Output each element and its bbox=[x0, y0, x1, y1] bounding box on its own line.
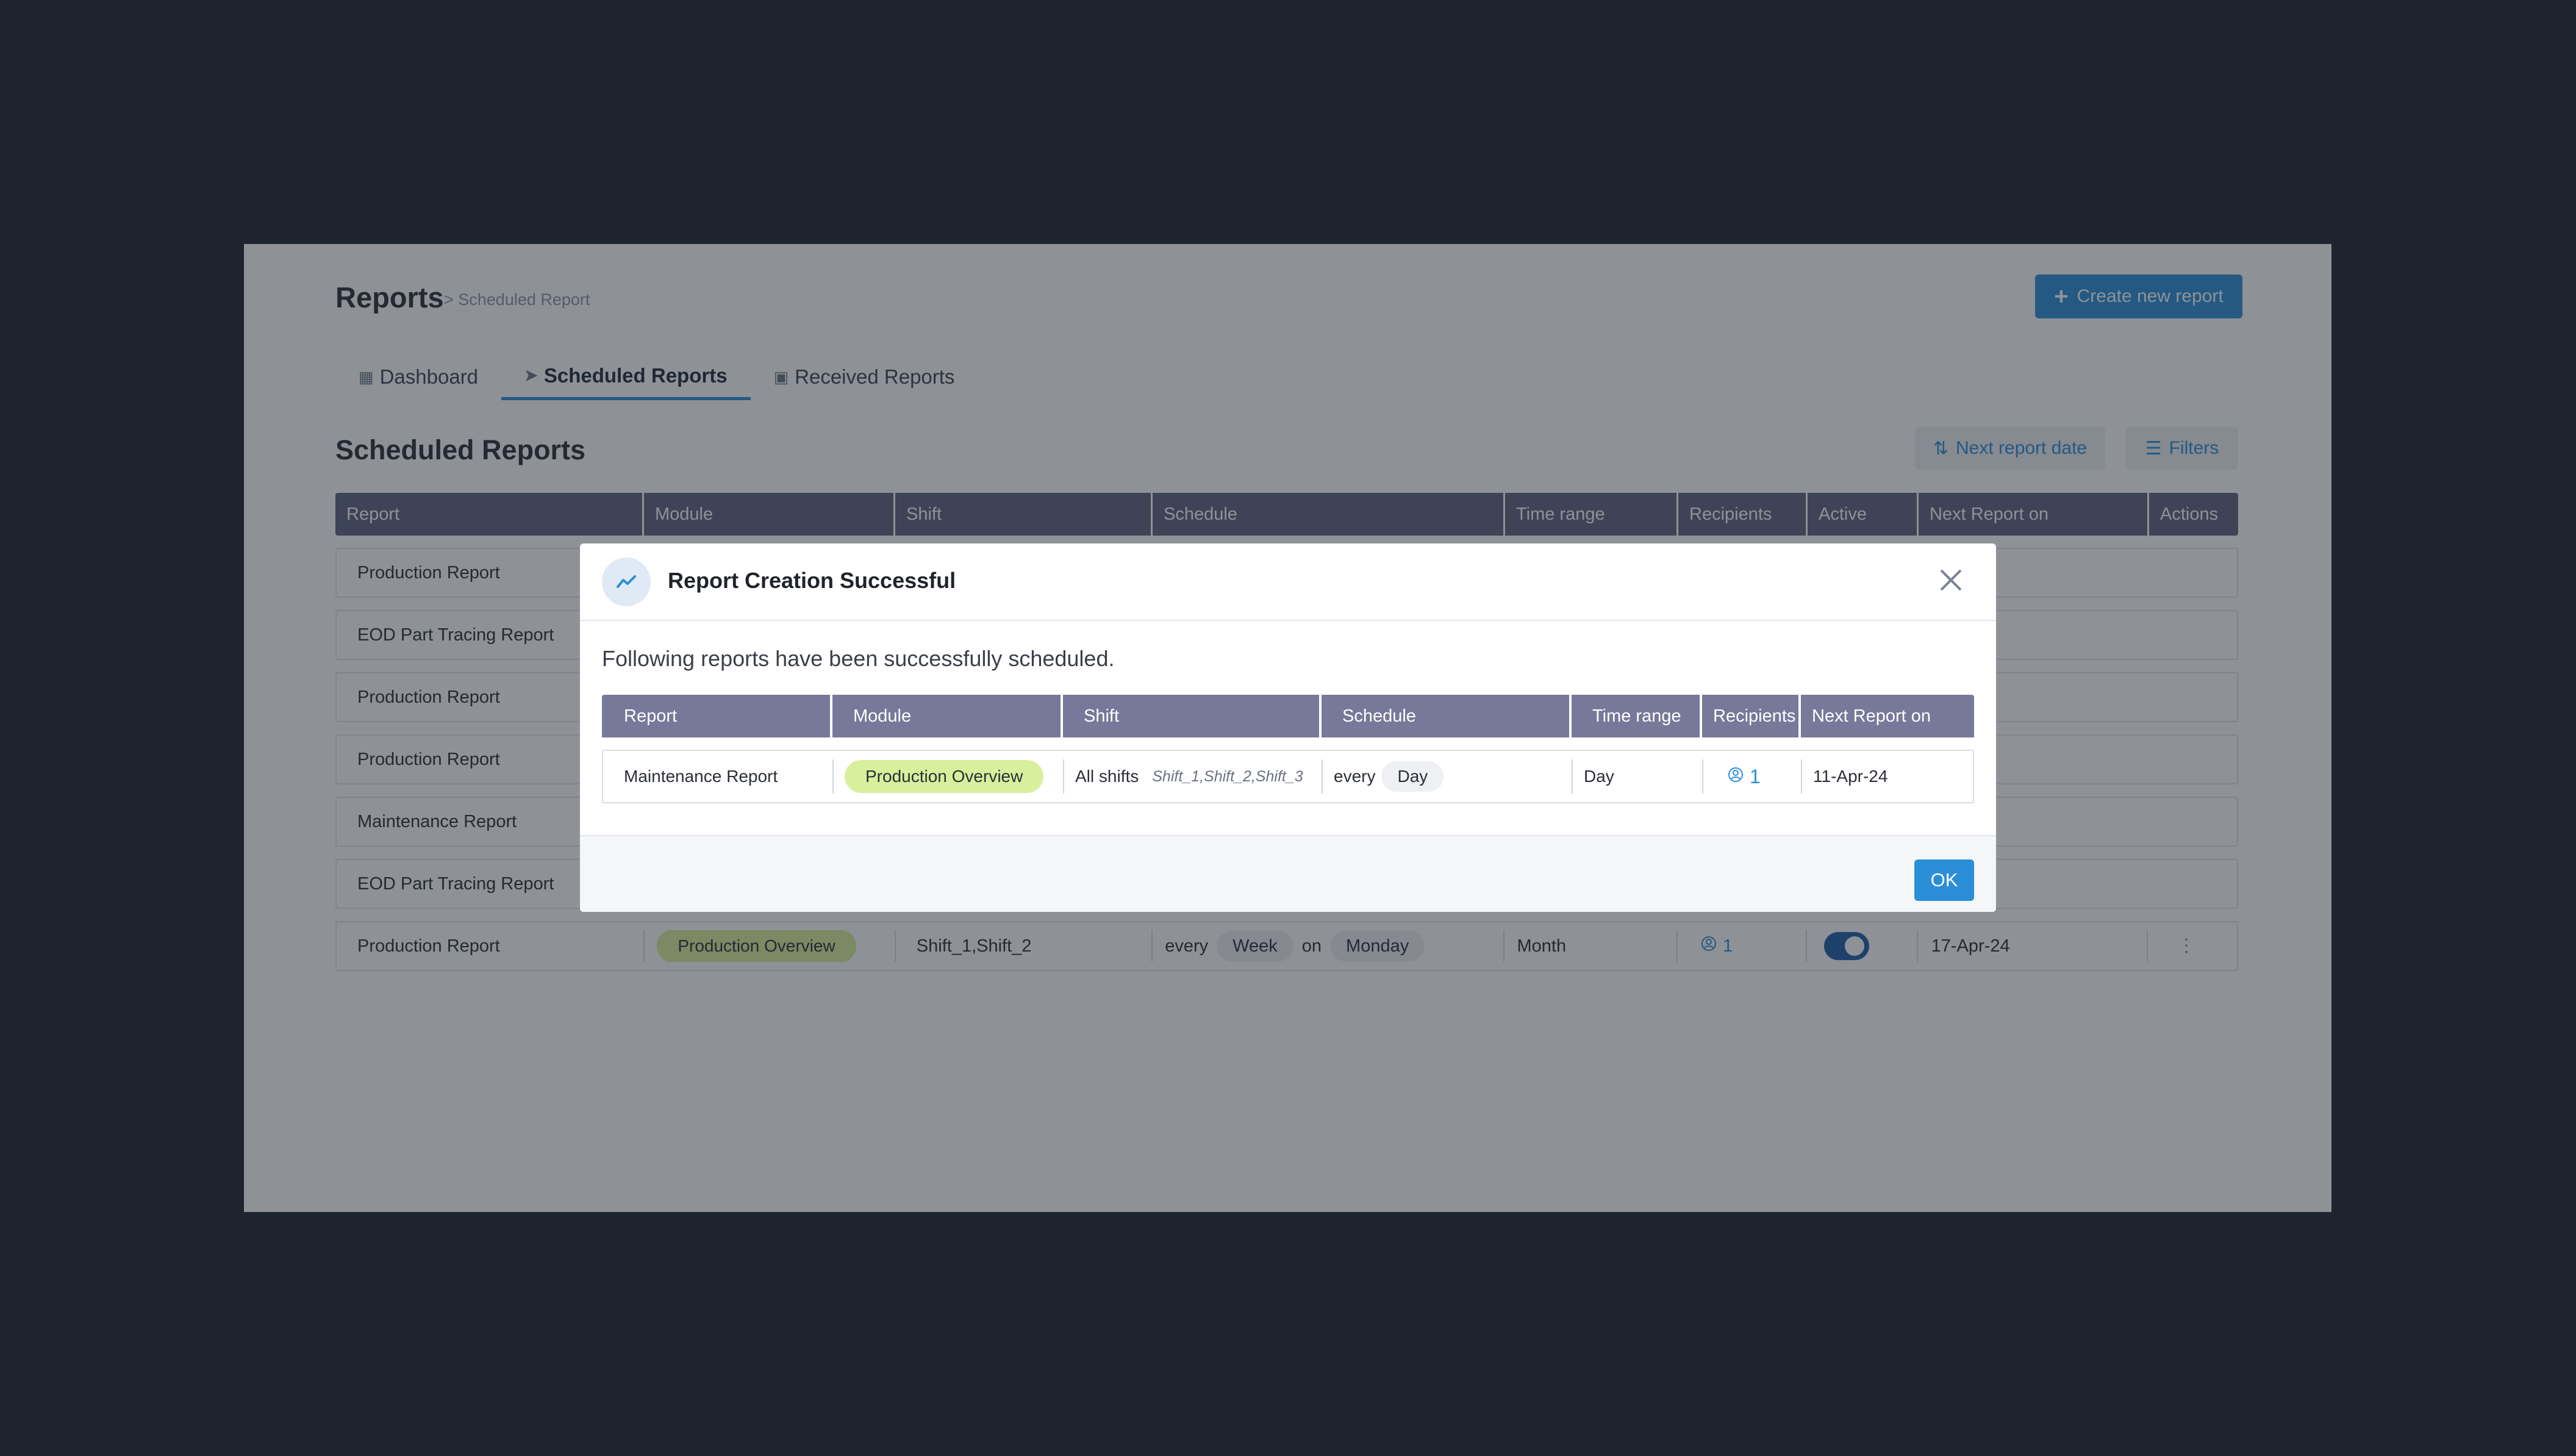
report-cell: Maintenance Report bbox=[603, 759, 834, 794]
dialog-body: Following reports have been successfully… bbox=[602, 646, 1974, 803]
ok-button[interactable]: OK bbox=[1914, 859, 1974, 901]
table-row: Maintenance Report Production Overview A… bbox=[602, 750, 1974, 803]
recipients-cell[interactable]: 1 bbox=[1703, 759, 1802, 794]
next-report-cell: 11-Apr-24 bbox=[1813, 767, 1888, 786]
schedule-every: every bbox=[1334, 767, 1376, 786]
column-header: Next Report on bbox=[1812, 706, 1931, 726]
user-icon bbox=[1728, 767, 1744, 787]
shift-label: All shifts bbox=[1075, 767, 1139, 786]
module-badge: Production Overview bbox=[845, 760, 1044, 793]
shift-detail: Shift_1,Shift_2,Shift_3 bbox=[1152, 767, 1303, 785]
dialog-header: Report Creation Successful bbox=[580, 543, 1996, 621]
dialog-footer: OK bbox=[580, 835, 1996, 912]
dialog-message: Following reports have been successfully… bbox=[602, 646, 1115, 671]
recipients-count: 1 bbox=[1750, 765, 1761, 787]
shift-cell: All shifts Shift_1,Shift_2,Shift_3 bbox=[1064, 759, 1323, 794]
time-range-cell: Day bbox=[1573, 759, 1703, 794]
column-header: Module bbox=[832, 695, 1063, 737]
column-header: Time range bbox=[1572, 695, 1702, 737]
table-header: Report Module Shift Schedule Time range … bbox=[602, 695, 1974, 737]
column-header: Schedule bbox=[1322, 695, 1572, 737]
close-icon[interactable] bbox=[1936, 565, 1966, 595]
column-header: Report bbox=[602, 695, 832, 737]
scheduled-summary-table: Report Module Shift Schedule Time range … bbox=[602, 695, 1974, 803]
report-success-dialog: Report Creation Successful Following rep… bbox=[580, 543, 1996, 912]
module-cell: Production Overview bbox=[834, 759, 1064, 794]
column-header: Shift bbox=[1063, 695, 1322, 737]
trend-chart-icon bbox=[602, 558, 651, 606]
schedule-cell: every Day bbox=[1323, 759, 1573, 794]
schedule-unit-chip: Day bbox=[1381, 761, 1444, 792]
column-header: Recipients bbox=[1702, 695, 1801, 737]
dialog-title: Report Creation Successful bbox=[668, 568, 956, 593]
